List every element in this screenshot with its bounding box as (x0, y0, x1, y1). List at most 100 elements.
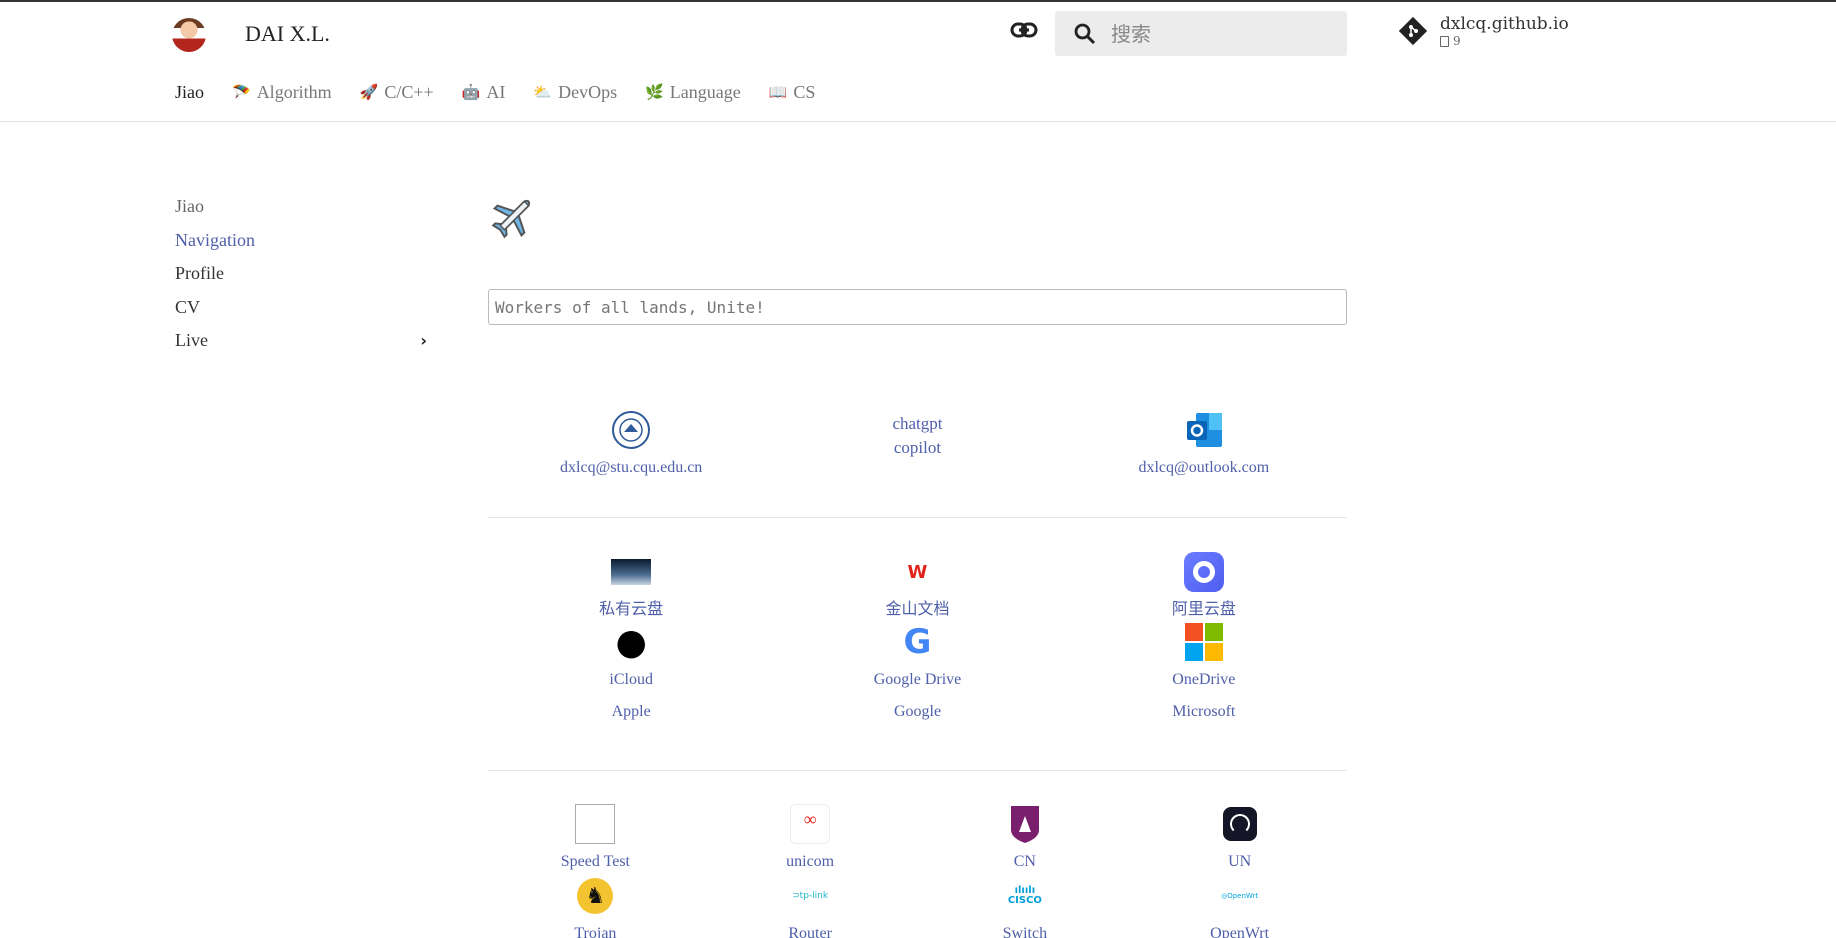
cell-label[interactable]: CN (1014, 852, 1036, 872)
cn-link[interactable]: CN (918, 804, 1133, 872)
tab-label: DevOps (558, 82, 618, 102)
network-section: Speed Test ∞ unicom CN UN ♞ Trojan ⊃tp-lin… (488, 804, 1347, 938)
search-box[interactable] (1055, 11, 1347, 56)
cell-label[interactable]: Switch (1003, 924, 1047, 938)
main-content: dxlcq@stu.cqu.edu.cn chatgpt copilot dxl… (488, 192, 1347, 938)
tab-label: Language (669, 82, 741, 102)
speedtest-link[interactable]: Speed Test (488, 804, 703, 872)
cloud-icon: ⛅ (533, 85, 553, 101)
cloud-storage-section: 私有云盘 W 金山文档 阿里云盘 ● iCloud Apple G Google Dri… (488, 552, 1347, 722)
top-nav-tabs: Jiao 🪂 Algorithm 🚀 C/C++ 🤖 AI ⛅ DevOps 🌿 Lang… (175, 82, 815, 103)
un-link[interactable]: UN (1132, 804, 1347, 872)
cell-label[interactable]: Speed Test (561, 852, 630, 872)
tab-devops[interactable]: ⛅ DevOps (533, 82, 617, 103)
tab-jiao[interactable]: Jiao (175, 82, 204, 103)
tplink-icon: ⊃tp-link (792, 891, 829, 901)
site-header: DAI X.L. Jiao 🪂 Algorithm 🚀 C/C++ 🤖 AI ⛅ Dev… (0, 2, 1836, 122)
cell-sublabel[interactable]: Microsoft (1172, 702, 1235, 722)
contacts-section: dxlcq@stu.cqu.edu.cn chatgpt copilot dxl… (488, 410, 1347, 478)
chevron-right-icon: › (420, 331, 427, 351)
broken-image-icon (575, 804, 616, 844)
sidebar-item-jiao[interactable]: Jiao (175, 190, 435, 224)
google-icon: G (903, 622, 932, 662)
airplane-icon (491, 199, 531, 239)
cell-label[interactable]: Router (788, 924, 832, 938)
cell-label[interactable]: iCloud (609, 670, 653, 690)
wps-icon: W (907, 561, 928, 583)
link-icon[interactable] (1010, 20, 1038, 40)
search-icon (1074, 23, 1096, 44)
trojan-icon: ♞ (575, 876, 615, 916)
apple-icon: ● (615, 621, 647, 663)
private-cloud-link[interactable]: 私有云盘 (488, 552, 774, 620)
tab-label: Algorithm (256, 82, 332, 102)
tab-ai[interactable]: 🤖 AI (462, 82, 506, 103)
motto-input[interactable] (488, 289, 1347, 325)
site-title[interactable]: DAI X.L. (245, 21, 330, 47)
unicom-icon: ∞ (790, 804, 831, 844)
cisco-icon: ılıılı CISCO (1007, 885, 1042, 906)
tab-label: C/C++ (384, 82, 434, 102)
router-link[interactable]: ⊃tp-link Router (703, 876, 918, 938)
microsoft-icon (1184, 622, 1224, 662)
sidebar-item-live[interactable]: Live › (175, 324, 435, 358)
cell-sublabel[interactable]: Google (894, 702, 941, 722)
university-shield-icon (1005, 804, 1045, 844)
book-icon: 📖 (768, 85, 788, 101)
tab-algorithm[interactable]: 🪂 Algorithm (232, 82, 332, 103)
sidebar-item-cv[interactable]: CV (175, 291, 435, 325)
cell-label[interactable]: OneDrive (1172, 670, 1235, 690)
cell-label[interactable]: OpenWrt (1210, 924, 1269, 938)
copilot-link[interactable]: copilot (894, 436, 941, 460)
email-outlook[interactable]: dxlcq@outlook.com (1138, 458, 1269, 478)
sidebar-label: Jiao (175, 196, 204, 217)
sidebar-label: Live (175, 330, 208, 351)
speedometer-icon (1220, 804, 1260, 844)
cell-sublabel[interactable]: Apple (612, 702, 651, 722)
tab-label: CS (793, 82, 816, 102)
sidebar-item-navigation[interactable]: Navigation (175, 224, 435, 258)
repo-name: dxlcq.github.io (1440, 14, 1569, 34)
email-cqu[interactable]: dxlcq@stu.cqu.edu.cn (560, 458, 702, 478)
cell-label[interactable]: Trojan (574, 924, 616, 938)
outlook-mail-link[interactable]: dxlcq@outlook.com (1061, 410, 1347, 478)
trojan-link[interactable]: ♞ Trojan (488, 876, 703, 938)
tab-cs[interactable]: 📖 CS (769, 82, 816, 103)
aliyun-drive-link[interactable]: 阿里云盘 (1061, 552, 1347, 620)
cell-label[interactable]: Google Drive (874, 670, 962, 690)
cell-label[interactable]: unicom (786, 852, 834, 872)
parachute-icon: 🪂 (232, 85, 251, 101)
google-drive-link[interactable]: G Google Drive Google (774, 622, 1060, 722)
sidebar-label: Profile (175, 263, 224, 284)
cqu-mail-link[interactable]: dxlcq@stu.cqu.edu.cn (488, 410, 774, 478)
cqu-emblem-icon (611, 410, 651, 450)
tab-language[interactable]: 🌿 Language (645, 82, 741, 103)
sidebar: Jiao Navigation Profile CV Live › (175, 190, 435, 358)
switch-link[interactable]: ılıılı CISCO Switch (918, 876, 1133, 938)
cell-label[interactable]: 私有云盘 (599, 600, 663, 620)
sidebar-label: Navigation (175, 229, 255, 250)
search-input[interactable] (1111, 21, 1311, 46)
tab-cpp[interactable]: 🚀 C/C++ (360, 82, 434, 103)
repo-link[interactable]: dxlcq.github.io 9 (1398, 14, 1569, 48)
ai-links: chatgpt copilot (774, 410, 1060, 478)
repo-count: 9 (1453, 34, 1461, 48)
unicom-link[interactable]: ∞ unicom (703, 804, 918, 872)
kingsoft-docs-link[interactable]: W 金山文档 (774, 552, 1060, 620)
private-cloud-icon (611, 552, 652, 592)
cell-label[interactable]: 金山文档 (885, 600, 949, 620)
cell-label[interactable]: UN (1228, 852, 1251, 872)
sidebar-item-profile[interactable]: Profile (175, 257, 435, 291)
repo-icon (1440, 35, 1449, 47)
chatgpt-link[interactable]: chatgpt (892, 412, 942, 436)
divider (488, 517, 1347, 518)
sidebar-label: CV (175, 296, 201, 317)
openwrt-link[interactable]: ◎OpenWrt OpenWrt (1132, 876, 1347, 938)
onedrive-link[interactable]: OneDrive Microsoft (1061, 622, 1347, 722)
aliyun-drive-icon (1183, 552, 1224, 592)
openwrt-icon: ◎OpenWrt (1221, 892, 1259, 900)
tab-label: AI (486, 82, 506, 102)
cell-label[interactable]: 阿里云盘 (1172, 600, 1236, 620)
icloud-link[interactable]: ● iCloud Apple (488, 622, 774, 722)
avatar[interactable] (172, 18, 206, 52)
